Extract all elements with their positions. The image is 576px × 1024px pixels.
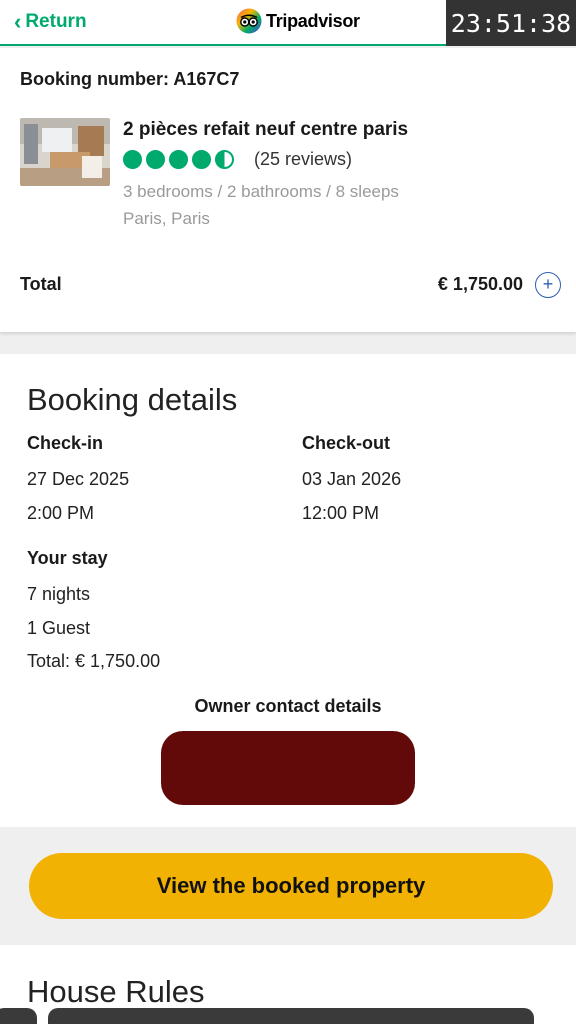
top-bar: ‹ Return Tripadvisor 23:51:38 (0, 0, 576, 46)
rating-bubble-icon (192, 150, 211, 169)
expand-total-plus-icon[interactable]: + (535, 272, 561, 298)
checkout-label: Check-out (302, 433, 391, 453)
nights-count: 7 nights (27, 584, 91, 604)
owl-logo-icon (236, 8, 262, 34)
booking-details-heading: Booking details (27, 382, 238, 417)
rating: (25 reviews) (123, 149, 352, 170)
checkin-date: 27 Dec 2025 (27, 469, 130, 489)
tripadvisor-logo: Tripadvisor (236, 8, 360, 34)
owner-contact-heading: Owner contact details (194, 696, 382, 716)
property-details: 3 bedrooms / 2 bathrooms / 8 sleeps (123, 182, 399, 201)
stay-total: Total: € 1,750.00 (27, 651, 161, 671)
bottom-toolbar-left[interactable] (0, 1008, 37, 1024)
rating-bubble-icon (146, 150, 165, 169)
property-title[interactable]: 2 pièces refait neuf centre paris (123, 119, 408, 141)
property-location: Paris, Paris (123, 209, 210, 228)
booking-summary-card: Booking number: A167C7 2 pièces refait n… (0, 48, 576, 332)
guest-count: 1 Guest (27, 618, 91, 638)
return-button[interactable]: ‹ Return (14, 11, 87, 33)
rating-half-bubble-icon (215, 150, 234, 169)
rating-bubble-icon (123, 150, 142, 169)
booking-number: Booking number: A167C7 (20, 69, 240, 89)
brand-name: Tripadvisor (266, 10, 360, 31)
chevron-left-icon: ‹ (14, 9, 22, 34)
owner-contact-redacted (161, 731, 415, 805)
review-count[interactable]: (25 reviews) (254, 149, 352, 170)
house-rules-heading: House Rules (27, 974, 205, 1009)
property-thumbnail[interactable] (20, 118, 110, 186)
total-label: Total (20, 274, 62, 294)
return-label: Return (25, 11, 87, 32)
rating-bubble-icon (169, 150, 188, 169)
checkout-time: 12:00 PM (302, 503, 380, 523)
booking-details-card: Booking details Check-in 27 Dec 2025 2:0… (0, 354, 576, 827)
clock-overlay: 23:51:38 (446, 0, 576, 46)
bottom-toolbar[interactable] (48, 1008, 534, 1024)
checkin-time: 2:00 PM (27, 503, 95, 523)
total-value: € 1,750.00 (437, 274, 523, 294)
checkout-date: 03 Jan 2026 (302, 469, 402, 489)
checkin-label: Check-in (27, 433, 104, 453)
view-booked-property-button[interactable]: View the booked property (29, 853, 553, 919)
your-stay-label: Your stay (27, 548, 108, 568)
